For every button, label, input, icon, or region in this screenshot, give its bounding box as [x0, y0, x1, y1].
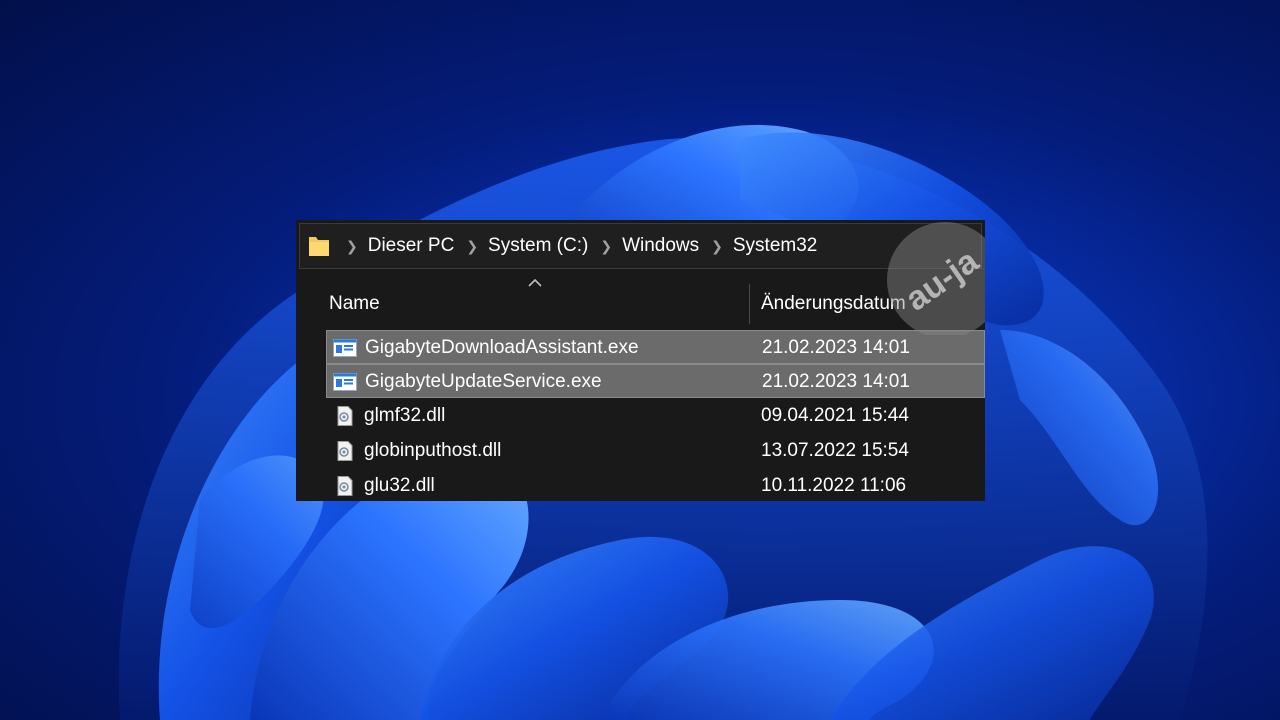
column-header-name[interactable]: Name: [329, 293, 380, 315]
breadcrumb-item-system-c[interactable]: System (C:): [488, 235, 588, 257]
column-header-date[interactable]: Änderungsdatum: [761, 293, 906, 315]
dll-file-icon: [337, 476, 353, 496]
breadcrumb-item-system32[interactable]: System32: [733, 235, 817, 257]
chevron-right-icon[interactable]: ❯: [466, 238, 478, 255]
folder-icon: [308, 234, 330, 258]
file-name: glu32.dll: [364, 475, 435, 496]
file-row-gigabyte-update-service[interactable]: GigabyteUpdateService.exe 21.02.2023 14:…: [326, 364, 985, 398]
file-row-glu32[interactable]: glu32.dll 10.11.2022 11:06: [326, 469, 985, 501]
file-name: GigabyteDownloadAssistant.exe: [365, 337, 639, 358]
address-bar[interactable]: ❯ Dieser PC ❯ System (C:) ❯ Windows ❯ Sy…: [299, 223, 982, 269]
file-row-glmf32[interactable]: glmf32.dll 09.04.2021 15:44: [326, 399, 985, 433]
file-date: 21.02.2023 14:01: [762, 337, 910, 358]
exe-file-icon: [333, 339, 357, 357]
column-header: Name Änderungsdatum: [296, 278, 985, 326]
breadcrumb-item-dieser-pc[interactable]: Dieser PC: [368, 235, 455, 257]
chevron-right-icon: ❯: [346, 237, 358, 254]
file-row-gigabyte-download-assistant[interactable]: GigabyteDownloadAssistant.exe 21.02.2023…: [326, 330, 985, 364]
file-name: globinputhost.dll: [364, 440, 502, 461]
exe-file-icon: [333, 373, 357, 391]
chevron-right-icon[interactable]: ❯: [600, 238, 612, 255]
file-date: 09.04.2021 15:44: [761, 405, 909, 426]
chevron-right-icon[interactable]: ❯: [711, 238, 723, 255]
file-date: 21.02.2023 14:01: [762, 371, 910, 392]
file-explorer-window: ❯ Dieser PC ❯ System (C:) ❯ Windows ❯ Sy…: [296, 220, 985, 501]
dll-file-icon: [337, 406, 353, 426]
file-date: 10.11.2022 11:06: [761, 475, 907, 496]
file-row-globinputhost[interactable]: globinputhost.dll 13.07.2022 15:54: [326, 434, 985, 468]
column-divider[interactable]: [749, 284, 750, 324]
file-name: GigabyteUpdateService.exe: [365, 371, 602, 392]
sort-ascending-icon: [528, 278, 542, 287]
breadcrumb-item-windows[interactable]: Windows: [622, 235, 699, 257]
file-name: glmf32.dll: [364, 405, 446, 426]
dll-file-icon: [337, 441, 353, 461]
desktop: ❯ Dieser PC ❯ System (C:) ❯ Windows ❯ Sy…: [0, 0, 1280, 720]
file-date: 13.07.2022 15:54: [761, 440, 909, 461]
